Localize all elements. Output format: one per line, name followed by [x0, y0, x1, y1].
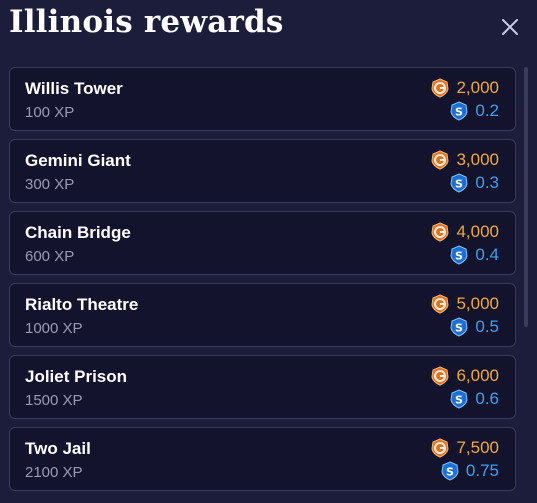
reward-name: Rialto Theatre [25, 295, 139, 314]
svg-text:S: S [455, 394, 463, 407]
gold-value: 4,000 [456, 222, 499, 241]
svg-text:S: S [446, 466, 454, 479]
gold-value: 3,000 [456, 150, 499, 169]
gold-value: 6,000 [456, 366, 499, 385]
gold-reward: 4,000 [430, 222, 499, 242]
silver-value: 0.2 [475, 101, 499, 120]
silver-reward: S 0.6 [449, 389, 499, 409]
reward-xp: 300 XP [25, 176, 75, 193]
reward-card: Joliet Prison 1500 XP 6,000 S 0.6 [9, 355, 516, 419]
reward-xp: 1000 XP [25, 320, 83, 337]
silver-coin-icon: S [450, 101, 468, 121]
silver-reward: S 0.2 [449, 101, 499, 121]
gold-reward: 6,000 [430, 366, 499, 386]
reward-card: Gemini Giant 300 XP 3,000 S 0.3 [9, 139, 516, 203]
silver-value: 0.5 [475, 317, 499, 336]
silver-coin-icon: S [450, 245, 468, 265]
silver-coin-icon: S [450, 317, 468, 337]
silver-reward: S 0.4 [449, 245, 499, 265]
scrollbar[interactable] [524, 67, 528, 327]
reward-card: Willis Tower 100 XP 2,000 S 0.2 [9, 67, 516, 131]
gold-reward: 5,000 [430, 294, 499, 314]
silver-value: 0.6 [475, 389, 499, 408]
reward-name: Joliet Prison [25, 367, 128, 386]
gold-coin-icon [431, 78, 449, 98]
silver-reward: S 0.5 [449, 317, 499, 337]
gold-coin-icon [431, 438, 449, 458]
gold-coin-icon [431, 150, 449, 170]
gold-value: 5,000 [456, 294, 499, 313]
gold-value: 7,500 [456, 438, 499, 457]
silver-reward: S 0.3 [449, 173, 499, 193]
silver-value: 0.3 [475, 173, 499, 192]
page-title: Illinois rewards [9, 4, 284, 40]
silver-coin-icon: S [450, 389, 468, 409]
svg-text:S: S [455, 250, 463, 263]
svg-text:S: S [455, 178, 463, 191]
silver-coin-icon: S [450, 173, 468, 193]
gold-value: 2,000 [456, 78, 499, 97]
svg-text:S: S [455, 322, 463, 335]
rewards-list: Willis Tower 100 XP 2,000 S 0.2 Gemini G… [9, 67, 516, 503]
gold-reward: 3,000 [430, 150, 499, 170]
reward-xp: 1500 XP [25, 392, 83, 409]
reward-name: Gemini Giant [25, 151, 131, 170]
reward-xp: 600 XP [25, 248, 75, 265]
close-button[interactable] [497, 14, 523, 40]
reward-name: Two Jail [25, 439, 91, 458]
reward-xp: 100 XP [25, 104, 75, 121]
rewards-panel: Illinois rewards Willis Tower 100 XP 2,0… [0, 0, 537, 503]
gold-reward: 7,500 [430, 438, 499, 458]
reward-card: Rialto Theatre 1000 XP 5,000 S 0.5 [9, 283, 516, 347]
reward-xp: 2100 XP [25, 464, 83, 481]
gold-coin-icon [431, 294, 449, 314]
reward-name: Chain Bridge [25, 223, 131, 242]
reward-name: Willis Tower [25, 79, 123, 98]
gold-coin-icon [431, 366, 449, 386]
silver-value: 0.75 [465, 461, 499, 480]
svg-text:S: S [455, 106, 463, 119]
gold-coin-icon [431, 222, 449, 242]
silver-value: 0.4 [475, 245, 499, 264]
close-icon [502, 19, 518, 35]
silver-reward: S 0.75 [440, 461, 499, 481]
silver-coin-icon: S [441, 461, 459, 481]
gold-reward: 2,000 [430, 78, 499, 98]
reward-card: Two Jail 2100 XP 7,500 S 0.75 [9, 427, 516, 491]
reward-card: Chain Bridge 600 XP 4,000 S 0.4 [9, 211, 516, 275]
